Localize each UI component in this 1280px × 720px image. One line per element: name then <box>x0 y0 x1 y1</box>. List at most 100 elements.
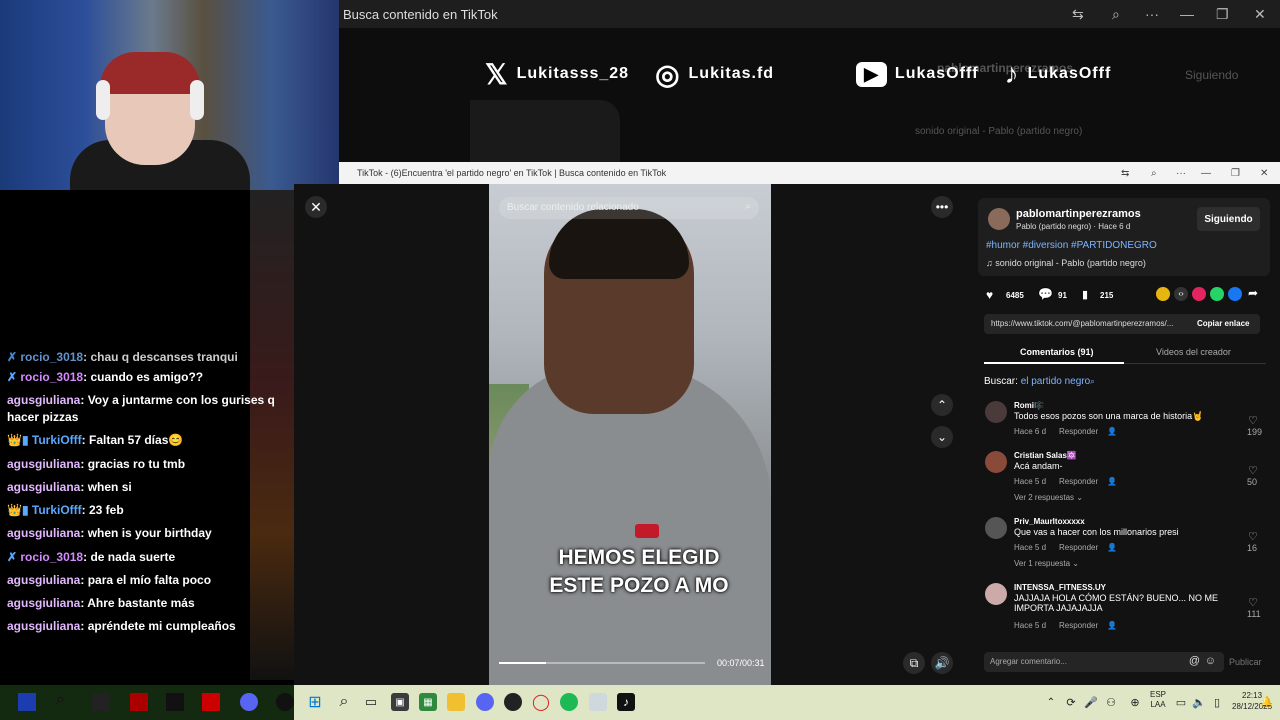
chat-username[interactable]: rocio_3018 <box>20 350 83 363</box>
chat-username[interactable]: agusgiuliana <box>7 393 80 407</box>
speaker-icon[interactable]: 🔈 <box>1190 693 1208 711</box>
whatsapp-icon[interactable] <box>1210 287 1224 301</box>
heart-icon[interactable]: ♡ <box>1248 414 1258 427</box>
file-explorer-icon[interactable] <box>447 693 465 711</box>
opera-icon[interactable]: ◯ <box>532 693 550 711</box>
translate-icon[interactable]: ⇆ <box>1072 0 1084 28</box>
tray-expand-icon[interactable]: ⌃ <box>1042 693 1060 711</box>
commenter-name[interactable]: Romi🎼 <box>1014 401 1044 410</box>
hashtags[interactable]: #humor #diversion #PARTIDONEGRO <box>986 240 1157 251</box>
share-arrow-icon[interactable]: ➦ <box>1248 286 1258 300</box>
close-icon[interactable]: ✕ <box>1254 0 1266 28</box>
sound-row[interactable]: ♫ sonido original - Pablo (partido negro… <box>986 258 1146 268</box>
publish-button[interactable]: Publicar <box>1229 657 1262 667</box>
reply-button[interactable]: Responder <box>1059 621 1098 630</box>
search-suggestion[interactable]: Buscar: el partido negro⌕ <box>984 376 1095 387</box>
commenter-avatar[interactable] <box>985 451 1007 473</box>
app-icon[interactable] <box>18 693 36 711</box>
reply-button[interactable]: Responder <box>1059 543 1098 552</box>
next-video-button[interactable]: ⌄ <box>931 426 953 448</box>
bookmark-icon[interactable]: ▮ <box>1082 288 1088 301</box>
app-icon[interactable] <box>166 693 184 711</box>
close-video-button[interactable]: ✕ <box>305 196 327 218</box>
comment-icon[interactable]: 💬 <box>1038 287 1053 301</box>
previous-video-button[interactable]: ⌃ <box>931 394 953 416</box>
microphone-icon[interactable]: 🎤 <box>1082 693 1100 711</box>
minecraft-icon[interactable]: ▦ <box>419 693 437 711</box>
comment-input[interactable]: Agregar comentario... @ ☺ <box>984 652 1224 672</box>
reply-button[interactable]: Responder <box>1059 427 1098 436</box>
more-options-button[interactable]: ••• <box>931 196 953 218</box>
chat-username[interactable]: rocio_3018 <box>20 370 83 384</box>
spotify-icon[interactable] <box>560 693 578 711</box>
app-icon[interactable] <box>130 693 148 711</box>
view-replies-button[interactable]: Ver 2 respuestas ⌄ <box>1014 493 1083 502</box>
chat-username[interactable]: agusgiuliana <box>7 457 80 471</box>
tab-comments[interactable]: Comentarios (91) <box>1020 347 1094 357</box>
commenter-avatar[interactable] <box>985 583 1007 605</box>
video-progress-bar[interactable] <box>499 662 705 664</box>
chat-username[interactable]: agusgiuliana <box>7 619 80 633</box>
chat-username[interactable]: agusgiuliana <box>7 573 80 587</box>
emoji-icon[interactable]: ☺ <box>1205 655 1216 667</box>
more-icon[interactable]: ··· <box>1145 0 1159 28</box>
search-icon[interactable]: ⌕ <box>335 693 353 711</box>
app-icon[interactable] <box>92 693 110 711</box>
network-icon[interactable]: ▭ <box>1172 693 1190 711</box>
tiktok-icon[interactable]: ♪ <box>617 693 635 711</box>
commenter-avatar[interactable] <box>985 517 1007 539</box>
maximize-icon[interactable]: ❐ <box>1216 0 1229 28</box>
embed-icon[interactable]: ‹› <box>1174 287 1188 301</box>
commenter-name[interactable]: Cristian Salas🔯 <box>1014 451 1077 460</box>
facebook-icon[interactable] <box>1228 287 1242 301</box>
battery-icon[interactable]: ▯ <box>1208 693 1226 711</box>
app-icon[interactable]: ▣ <box>391 693 409 711</box>
app-icon[interactable] <box>589 693 607 711</box>
heart-icon[interactable]: ♥ <box>986 288 993 302</box>
floating-player-icon[interactable]: ⧉ <box>903 652 925 674</box>
zoom-icon[interactable]: ⌕ <box>1112 0 1120 28</box>
windows-start-icon[interactable]: ⊞ <box>306 693 324 711</box>
app-icon[interactable] <box>504 693 522 711</box>
tray-app-icon[interactable]: ⟳ <box>1062 693 1080 711</box>
creator-username[interactable]: pablomartinperezramos <box>1016 208 1141 220</box>
search-icon[interactable]: ⌕ <box>745 201 751 212</box>
language-indicator[interactable]: ESP LAA <box>1150 690 1166 710</box>
following-button[interactable]: Siguiendo <box>1197 207 1260 231</box>
creator-avatar[interactable] <box>988 208 1010 230</box>
more-icon[interactable]: ··· <box>1176 162 1186 184</box>
commenter-avatar[interactable] <box>985 401 1007 423</box>
search-term[interactable]: el partido negro <box>1021 376 1091 387</box>
chat-username[interactable]: agusgiuliana <box>7 526 80 540</box>
video-player[interactable]: Buscar contenido relacionado ⌕ HEMOS ELE… <box>489 184 771 685</box>
minimize-icon[interactable]: — <box>1201 162 1211 184</box>
chat-username[interactable]: agusgiuliana <box>7 480 80 494</box>
tab-creator-videos[interactable]: Videos del creador <box>1156 347 1231 357</box>
app-icon[interactable] <box>202 693 220 711</box>
notification-icon[interactable]: 🔔 <box>1258 693 1276 711</box>
repost-icon[interactable] <box>1192 287 1206 301</box>
close-icon[interactable]: ✕ <box>1260 162 1268 184</box>
mention-icon[interactable]: @ <box>1189 655 1200 667</box>
minimize-icon[interactable]: — <box>1180 0 1194 28</box>
discord-icon[interactable] <box>476 693 494 711</box>
tray-app-icon[interactable]: ⊕ <box>1126 693 1144 711</box>
commenter-name[interactable]: Priv_Maurltoxxxxx <box>1014 517 1085 526</box>
task-view-icon[interactable]: ▭ <box>362 693 380 711</box>
search-icon[interactable]: ⌕ <box>56 691 65 709</box>
view-replies-button[interactable]: Ver 1 respuesta ⌄ <box>1014 559 1079 568</box>
share-coin-icon[interactable] <box>1156 287 1170 301</box>
tray-app-icon[interactable]: ⚇ <box>1102 693 1120 711</box>
volume-icon[interactable]: 🔊 <box>931 652 953 674</box>
heart-icon[interactable]: ♡ <box>1248 464 1258 477</box>
related-search-input[interactable]: Buscar contenido relacionado ⌕ <box>499 197 759 219</box>
commenter-name[interactable]: INTENSSA_FITNESS.UY <box>1014 583 1106 592</box>
reply-button[interactable]: Responder <box>1059 477 1098 486</box>
chat-username[interactable]: agusgiuliana <box>7 596 80 610</box>
discord-icon[interactable] <box>240 693 258 711</box>
chat-username[interactable]: TurkiOfff <box>32 433 82 447</box>
chat-username[interactable]: rocio_3018 <box>20 550 83 564</box>
translate-icon[interactable]: ⇆ <box>1121 162 1129 184</box>
copy-link-button[interactable]: Copiar enlace <box>1197 319 1249 328</box>
heart-icon[interactable]: ♡ <box>1248 530 1258 543</box>
